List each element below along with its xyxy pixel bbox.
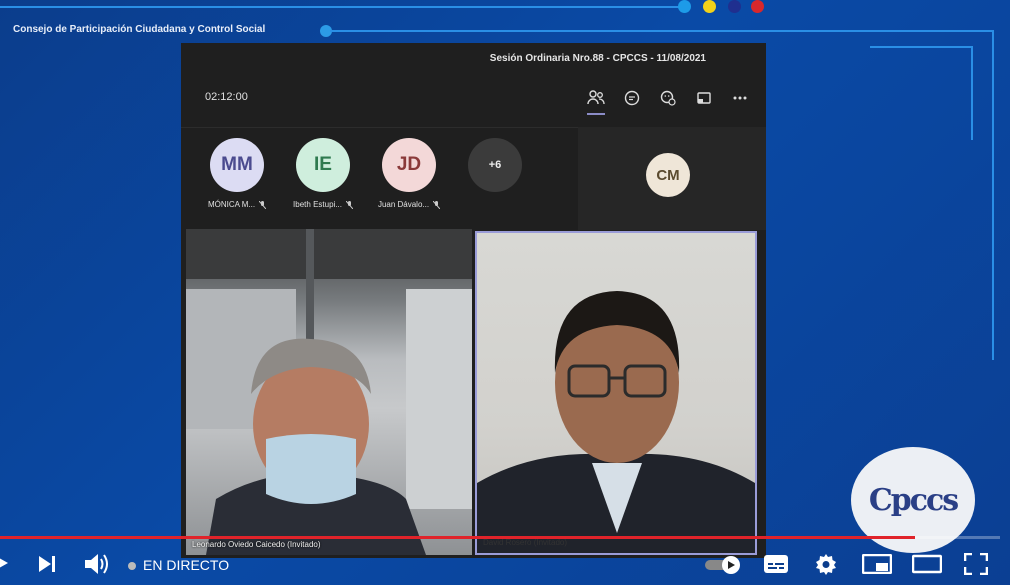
reactions-icon[interactable] bbox=[657, 87, 679, 109]
progress-bar[interactable] bbox=[0, 536, 1000, 539]
top-decor-line bbox=[0, 6, 684, 8]
chat-icon[interactable] bbox=[621, 87, 643, 109]
people-icon[interactable] bbox=[585, 87, 607, 115]
meeting-toolbar bbox=[585, 87, 751, 115]
bracket-decor-h bbox=[870, 46, 973, 48]
right-decor-line bbox=[992, 30, 994, 360]
bracket-decor-v bbox=[971, 46, 973, 140]
mic-muted-icon bbox=[345, 200, 353, 209]
fullscreen-icon[interactable] bbox=[964, 553, 988, 575]
avatar: MM bbox=[210, 138, 264, 192]
spotlight-panel: CM bbox=[578, 127, 766, 230]
participant-strip: MM MÓNICA M... IE Ibeth Estupi... JD Jua… bbox=[207, 138, 523, 209]
video-tile[interactable]: Leonardo Oviedo Caicedo (Invitado) bbox=[186, 229, 472, 555]
autoplay-toggle[interactable] bbox=[705, 556, 741, 574]
decor-dot-red bbox=[751, 0, 764, 13]
subtitles-icon[interactable] bbox=[763, 554, 789, 574]
live-label[interactable]: EN DIRECTO bbox=[143, 557, 229, 573]
avatar[interactable]: CM bbox=[646, 153, 690, 197]
participant-tile[interactable]: MM MÓNICA M... bbox=[207, 138, 267, 209]
settings-icon[interactable] bbox=[814, 552, 838, 576]
mic-muted-icon bbox=[259, 200, 267, 209]
participant-name: MÓNICA M... bbox=[207, 200, 256, 209]
participant-name-row: Ibeth Estupi... bbox=[293, 200, 353, 209]
participant-name: Juan Dávalo... bbox=[377, 200, 430, 209]
more-options-icon[interactable] bbox=[729, 87, 751, 109]
player-controls: EN DIRECTO bbox=[0, 545, 1010, 585]
avatar: IE bbox=[296, 138, 350, 192]
logo-wordmark: Cpccs bbox=[868, 482, 959, 518]
next-icon[interactable] bbox=[38, 555, 56, 573]
participant-tile[interactable]: JD Juan Dávalo... bbox=[377, 138, 441, 209]
theater-mode-icon[interactable] bbox=[912, 554, 942, 574]
more-participants-count: +6 bbox=[468, 138, 522, 192]
share-tray-icon[interactable] bbox=[693, 87, 715, 109]
decor-dot-navy bbox=[728, 0, 741, 13]
participant-tile[interactable]: IE Ibeth Estupi... bbox=[293, 138, 353, 209]
play-icon[interactable] bbox=[0, 554, 8, 572]
meeting-window: Sesión Ordinaria Nro.88 - CPCCS - 11/08/… bbox=[181, 43, 766, 558]
decor-dot-blue bbox=[678, 0, 691, 13]
decor-dot-yellow bbox=[703, 0, 716, 13]
participant-video bbox=[477, 291, 755, 553]
live-indicator-dot bbox=[128, 562, 136, 570]
miniplayer-icon[interactable] bbox=[862, 554, 892, 574]
participant-name-row: MÓNICA M... bbox=[207, 200, 267, 209]
org-title: Consejo de Participación Ciudadana y Con… bbox=[13, 24, 266, 35]
org-decor-line bbox=[330, 30, 994, 32]
meeting-timer: 02:12:00 bbox=[205, 91, 248, 103]
mic-muted-icon bbox=[433, 200, 441, 209]
avatar: JD bbox=[382, 138, 436, 192]
more-participants-button[interactable]: +6 bbox=[467, 138, 523, 209]
participant-name: Ibeth Estupi... bbox=[293, 200, 342, 209]
video-tile-active[interactable]: David Rosero (Invitado) bbox=[475, 231, 757, 555]
progress-fill bbox=[0, 536, 915, 539]
participant-video bbox=[186, 229, 472, 555]
volume-icon[interactable] bbox=[84, 552, 110, 576]
participant-name-row: Juan Dávalo... bbox=[377, 200, 441, 209]
meeting-title: Sesión Ordinaria Nro.88 - CPCCS - 11/08/… bbox=[489, 53, 706, 64]
